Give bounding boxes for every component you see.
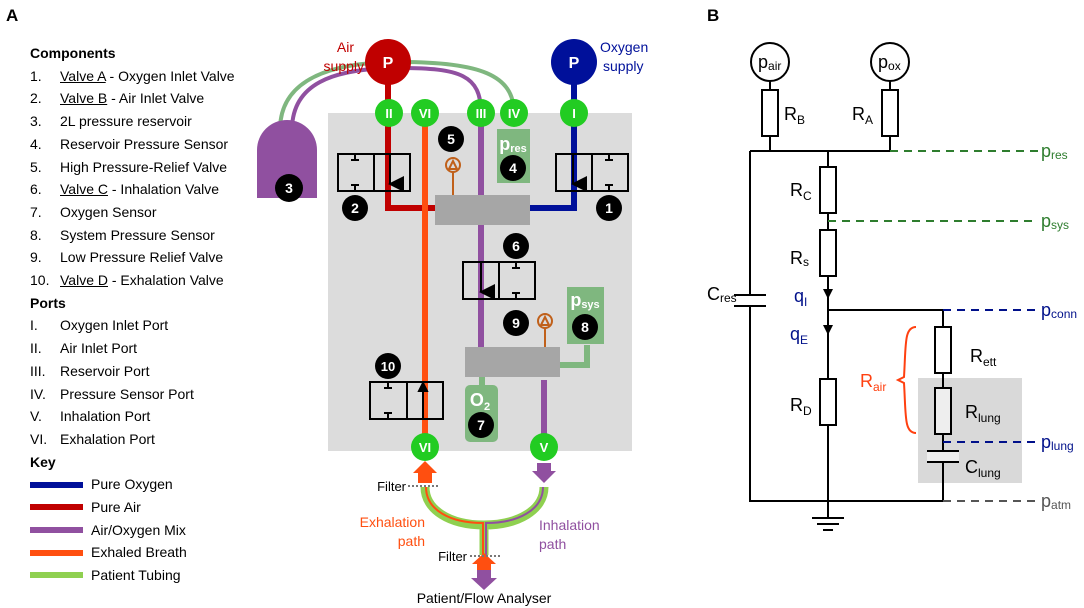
svg-text:1: 1 [605, 200, 613, 216]
resistor-ra [881, 89, 899, 137]
q-i-arrow-icon [823, 289, 833, 299]
svg-text:III: III [476, 106, 487, 121]
rair-label: Rair [860, 371, 886, 394]
pres-label: pres [1041, 141, 1068, 162]
filter-label-top: Filter [377, 479, 407, 494]
inhalation-path-label: Inhalation [539, 517, 600, 533]
svg-text:3: 3 [285, 180, 293, 196]
port-ii: II [375, 99, 403, 127]
rett-label: Rett [970, 346, 997, 369]
resistor-rett [934, 326, 952, 374]
port-iii: III [467, 99, 495, 127]
lower-manifold [465, 347, 560, 377]
rb-label: RB [784, 104, 805, 127]
svg-text:I: I [572, 106, 576, 121]
svg-text:path: path [398, 533, 425, 549]
svg-text:8: 8 [581, 319, 589, 335]
resistor-rb [761, 89, 779, 137]
svg-text:5: 5 [447, 131, 455, 147]
pconn-label: pconn [1041, 300, 1077, 321]
rd-label: RD [790, 395, 812, 418]
patient-inhale-arrow-icon [471, 570, 497, 590]
resistor-rs [819, 229, 837, 277]
resistor-rd [819, 378, 837, 426]
p-ox-label: pox [878, 52, 901, 73]
port-v: V [530, 433, 558, 461]
q-e-arrow-icon [823, 325, 833, 335]
exhalation-arrow-icon [413, 461, 437, 483]
rs-label: Rs [790, 248, 809, 269]
plung-label: plung [1041, 432, 1074, 453]
qi-label: qI [794, 286, 807, 309]
air-supply-label: Air [337, 39, 354, 55]
svg-text:7: 7 [477, 417, 485, 433]
port-i: I [560, 99, 588, 127]
patient-label: Patient/Flow Analyser [417, 590, 552, 606]
svg-text:V: V [540, 440, 549, 455]
upper-manifold [435, 195, 530, 225]
ra-label: RA [852, 104, 873, 127]
filter-label-bottom: Filter [438, 549, 468, 564]
port-iv: IV [500, 99, 528, 127]
resistor-rc [819, 166, 837, 214]
port-vi-top: VI [411, 99, 439, 127]
pneumatic-diagram: 3 pres 4 psys 8 O2 7 5 9 2 1 6 10 P P Ai… [257, 39, 648, 606]
svg-text:VI: VI [419, 440, 431, 455]
svg-text:supply: supply [603, 58, 643, 74]
svg-text:9: 9 [512, 315, 520, 331]
resistor-rlung [934, 387, 952, 435]
patient-tubing [420, 486, 549, 555]
svg-text:IV: IV [508, 106, 521, 121]
svg-text:10: 10 [381, 359, 395, 374]
rc-label: RC [790, 180, 812, 203]
r-air-brace [895, 326, 917, 434]
svg-text:VI: VI [419, 106, 431, 121]
exhalation-path-label: Exhalation [360, 514, 425, 530]
p-air-label: pair [758, 52, 781, 73]
oxygen-supply-label: Oxygen [600, 39, 648, 55]
cres-label: Cres [707, 284, 737, 305]
svg-text:II: II [385, 106, 392, 121]
svg-text:supply: supply [324, 58, 364, 74]
svg-text:P: P [383, 55, 394, 72]
psys-label: psys [1041, 211, 1069, 232]
svg-text:path: path [539, 536, 566, 552]
circuit-diagram: pair pox RB RA RC Rs Cres RD Rett Rlung … [707, 42, 1077, 531]
svg-text:P: P [569, 55, 580, 72]
svg-text:6: 6 [512, 238, 520, 254]
svg-text:4: 4 [509, 160, 517, 176]
inhalation-arrow-icon [532, 463, 556, 483]
svg-text:2: 2 [351, 200, 359, 216]
qe-label: qE [790, 324, 808, 347]
patm-label: patm [1041, 491, 1071, 512]
port-vi: VI [411, 433, 439, 461]
